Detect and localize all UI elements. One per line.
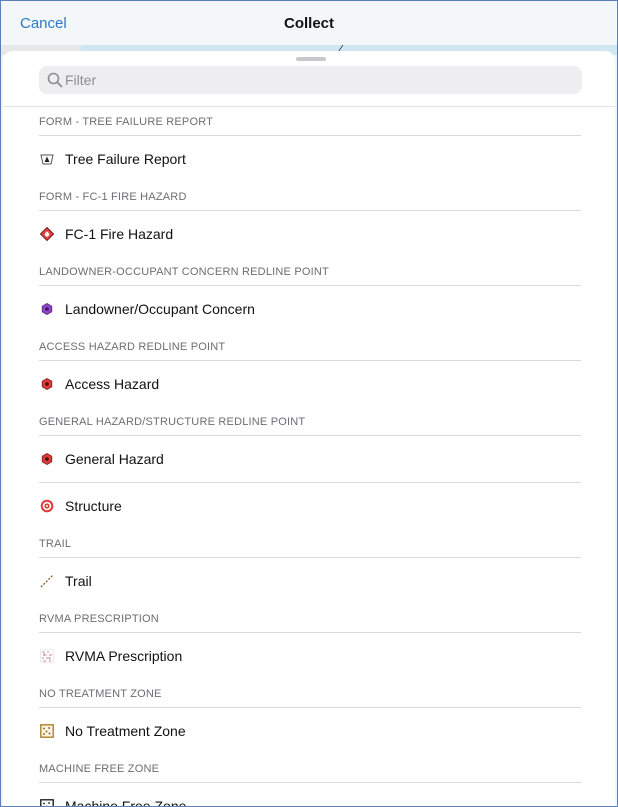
list-item-trail[interactable]: Trail <box>39 558 581 604</box>
list-item-label: No Treatment Zone <box>65 723 186 739</box>
section-header: GENERAL HAZARD/STRUCTURE REDLINE POINT <box>39 407 581 436</box>
list-item-label: Machine Free Zone <box>65 798 187 807</box>
list-item-label: Access Hazard <box>65 376 160 392</box>
nav-bar: Cancel Collect <box>1 1 617 45</box>
list-item-machine-free-zone[interactable]: Machine Free Zone <box>39 783 581 807</box>
section-header: MACHINE FREE ZONE <box>39 754 581 783</box>
tree-failure-icon <box>40 152 54 166</box>
pattern-polygon-icon <box>40 649 54 663</box>
section-header: FORM - TREE FAILURE REPORT <box>39 107 581 136</box>
list-item-rvma-prescription[interactable]: RVMA Prescription <box>39 633 581 679</box>
list-item-label: RVMA Prescription <box>65 648 183 664</box>
list-item-fc1-fire-hazard[interactable]: FC-1 Fire Hazard <box>39 211 581 257</box>
list-item-general-hazard[interactable]: General Hazard <box>39 436 581 483</box>
brown-dotted-square-icon <box>40 724 54 738</box>
red-hexagon-icon <box>40 452 54 466</box>
list-item-label: General Hazard <box>65 451 164 467</box>
list-item-label: FC-1 Fire Hazard <box>65 226 174 242</box>
purple-hexagon-icon <box>40 302 54 316</box>
section-header: FORM - FC-1 FIRE HAZARD <box>39 182 581 211</box>
target-icon <box>40 499 54 513</box>
list-item-label: Structure <box>65 498 122 514</box>
list-item-tree-failure-report[interactable]: Tree Failure Report <box>39 136 581 182</box>
list-item-access-hazard[interactable]: Access Hazard <box>39 361 581 407</box>
search-icon <box>47 72 63 88</box>
filter-search-bar[interactable] <box>39 66 582 94</box>
template-list: FORM - TREE FAILURE REPORT Tree Failure … <box>3 107 615 807</box>
section-header: TRAIL <box>39 529 581 558</box>
section-header: LANDOWNER-OCCUPANT CONCERN REDLINE POINT <box>39 257 581 286</box>
app-window: Cancel Collect FORM - TREE FAILURE REPOR… <box>0 0 618 807</box>
list-item-landowner-occupant-concern[interactable]: Landowner/Occupant Concern <box>39 286 581 332</box>
black-dotted-square-icon <box>40 799 54 806</box>
list-item-structure[interactable]: Structure <box>39 483 581 529</box>
list-item-no-treatment-zone[interactable]: No Treatment Zone <box>39 708 581 754</box>
list-item-label: Landowner/Occupant Concern <box>65 301 255 317</box>
list-item-label: Tree Failure Report <box>65 151 186 167</box>
red-hexagon-icon <box>40 377 54 391</box>
fire-hazard-icon <box>40 227 54 241</box>
section-header: ACCESS HAZARD REDLINE POINT <box>39 332 581 361</box>
list-item-label: Trail <box>65 573 92 589</box>
page-title: Collect <box>283 15 334 32</box>
dashed-line-icon <box>40 574 54 588</box>
filter-input[interactable] <box>65 70 565 90</box>
collect-sheet: FORM - TREE FAILURE REPORT Tree Failure … <box>3 51 615 807</box>
section-header: RVMA PRESCRIPTION <box>39 604 581 633</box>
sheet-grabber-handle[interactable] <box>296 57 326 61</box>
section-header: NO TREATMENT ZONE <box>39 679 581 708</box>
